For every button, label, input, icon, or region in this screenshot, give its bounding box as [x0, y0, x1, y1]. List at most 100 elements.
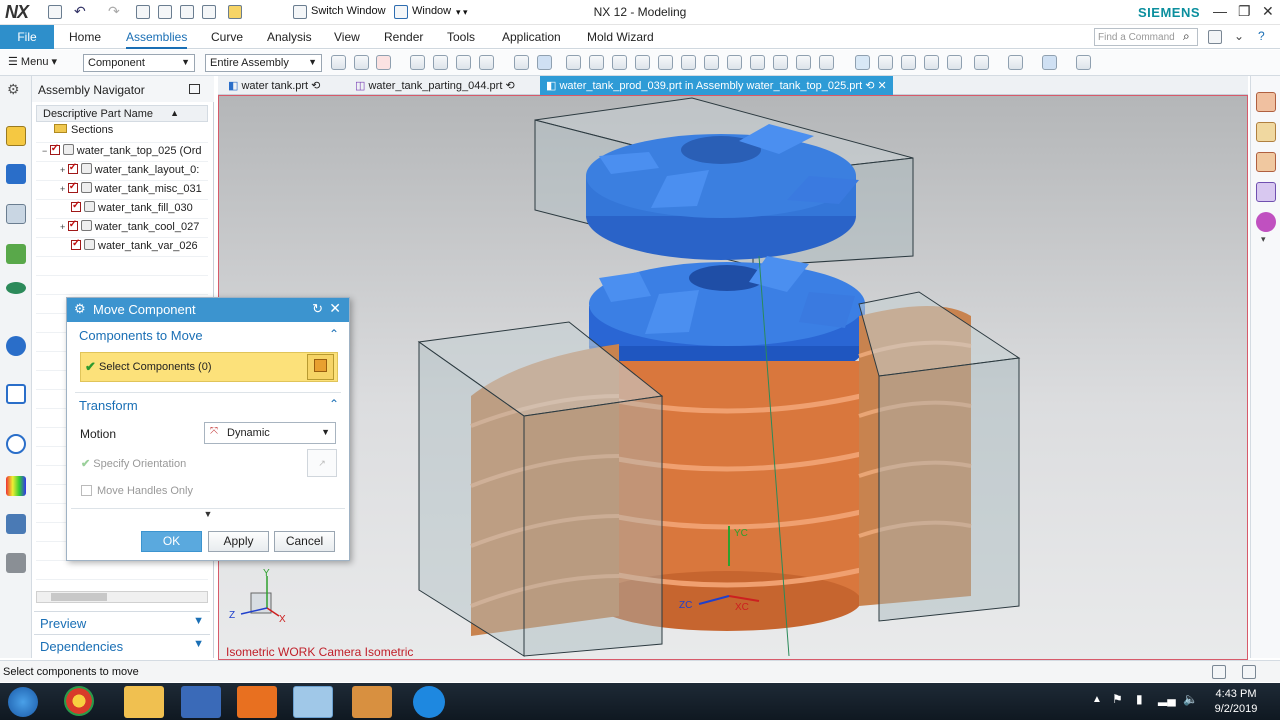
- menu-button[interactable]: ☰ Menu ▾: [8, 55, 57, 68]
- ok-button[interactable]: OK: [141, 531, 202, 552]
- box-select-icon[interactable]: [479, 55, 494, 70]
- move-handles-only-row[interactable]: Move Handles Only: [81, 483, 193, 497]
- tree-row-root[interactable]: − water_tank_top_025 (Ord: [36, 143, 208, 162]
- process-studio-icon[interactable]: [6, 514, 26, 534]
- view-manager-icon[interactable]: [6, 282, 26, 294]
- assembly-navigator-icon[interactable]: [6, 126, 26, 146]
- tree-row-var[interactable]: water_tank_var_026: [36, 238, 208, 257]
- more-options-toggle[interactable]: ▼: [71, 508, 345, 522]
- settings-gear-icon[interactable]: ⚙: [7, 81, 20, 98]
- ribbon-options-icon[interactable]: [1208, 30, 1222, 44]
- media-player-icon[interactable]: [181, 686, 221, 718]
- battery-icon[interactable]: ▮: [1136, 692, 1143, 706]
- clip-icon[interactable]: [947, 55, 962, 70]
- move-handles-checkbox[interactable]: [81, 485, 92, 496]
- volume-icon[interactable]: 🔈: [1183, 692, 1198, 706]
- nx-taskbar-icon[interactable]: [293, 686, 333, 718]
- apply-button[interactable]: Apply: [208, 531, 269, 552]
- snap-bounded-icon[interactable]: [773, 55, 788, 70]
- selection-scope-combo[interactable]: Entire Assembly ▼: [205, 54, 322, 72]
- snap-icon[interactable]: [331, 55, 346, 70]
- close-tab-icon[interactable]: ⟲: [308, 80, 320, 92]
- tab-application[interactable]: Application: [502, 25, 561, 49]
- file-tab[interactable]: File: [0, 25, 54, 49]
- snap-on-face-icon[interactable]: [750, 55, 765, 70]
- component-pattern-icon[interactable]: [1256, 152, 1276, 172]
- tree-row-layout[interactable]: + water_tank_layout_0:: [36, 162, 208, 181]
- tray-expand-icon[interactable]: ▲: [1092, 694, 1102, 705]
- expand-toggle-icon[interactable]: +: [60, 165, 68, 175]
- teamviewer-icon[interactable]: [413, 686, 445, 718]
- history-icon[interactable]: [6, 384, 26, 404]
- close-tab-icon[interactable]: ⟲ ✕: [862, 80, 887, 92]
- roles-icon[interactable]: [6, 553, 26, 573]
- dialog-close-icon[interactable]: ✕: [329, 300, 341, 317]
- search-icon[interactable]: ⌕: [1183, 29, 1190, 44]
- left-slide-block[interactable]: [417, 321, 664, 657]
- snap-control-icon[interactable]: [612, 55, 627, 70]
- collapse-toggle-icon[interactable]: −: [42, 146, 50, 156]
- snap-intersection-icon[interactable]: [635, 55, 650, 70]
- rotate-icon[interactable]: [901, 55, 916, 70]
- work-layer-icon[interactable]: [1042, 55, 1057, 70]
- component-add-icon[interactable]: [1256, 92, 1276, 112]
- visibility-checkbox[interactable]: [67, 219, 78, 231]
- visibility-checkbox[interactable]: [49, 143, 60, 155]
- transform-section[interactable]: Transform ⌃: [71, 394, 345, 418]
- tree-row-fill[interactable]: water_tank_fill_030: [36, 200, 208, 219]
- shaded-icon[interactable]: [537, 55, 552, 70]
- cancel-button[interactable]: Cancel: [274, 531, 335, 552]
- tree-row-sections[interactable]: Sections: [36, 124, 208, 143]
- doc-tab-water-tank[interactable]: ◧ water tank.prt ⟲: [222, 76, 326, 95]
- tab-analysis[interactable]: Analysis: [267, 25, 312, 49]
- motion-select[interactable]: ⤧ Dynamic ▼: [204, 422, 336, 444]
- flag-icon[interactable]: ⚑: [1112, 692, 1123, 706]
- part-navigator-icon[interactable]: [6, 204, 26, 224]
- tab-home[interactable]: Home: [69, 25, 101, 49]
- dialog-gear-icon[interactable]: ⚙: [74, 301, 86, 317]
- point-icon[interactable]: [410, 55, 425, 70]
- zoom-icon[interactable]: [878, 55, 893, 70]
- layers-icon[interactable]: [974, 55, 989, 70]
- restore-button[interactable]: ❐: [1238, 3, 1251, 20]
- doc-tab-parting[interactable]: ◫ water_tank_parting_044.prt ⟲: [349, 76, 521, 95]
- clock-icon[interactable]: [6, 434, 26, 454]
- filter-icon[interactable]: [354, 55, 369, 70]
- snap-pole-icon[interactable]: [796, 55, 811, 70]
- palette-icon[interactable]: [6, 476, 26, 496]
- visibility-checkbox[interactable]: [71, 200, 81, 212]
- close-button[interactable]: ✕: [1262, 3, 1274, 20]
- help-icon[interactable]: ?: [1258, 29, 1265, 43]
- expand-toggle-icon[interactable]: +: [60, 184, 68, 194]
- start-button-icon[interactable]: [8, 687, 38, 717]
- visibility-checkbox[interactable]: [71, 238, 81, 250]
- status-icon[interactable]: [1212, 665, 1226, 679]
- doc-tab-prod-active[interactable]: ◧ water_tank_prod_039.prt in Assembly wa…: [540, 76, 893, 95]
- snap-on-curve-icon[interactable]: [727, 55, 742, 70]
- snap-point-icon[interactable]: [819, 55, 834, 70]
- tab-tools[interactable]: Tools: [447, 25, 475, 49]
- wireframe-icon[interactable]: [514, 55, 529, 70]
- tab-mold-wizard[interactable]: Mold Wizard: [587, 25, 654, 49]
- tab-render[interactable]: Render: [384, 25, 423, 49]
- dependencies-panel-header[interactable]: Dependencies ▼: [34, 634, 210, 656]
- collapse-ribbon-icon[interactable]: ⌄: [1234, 29, 1244, 43]
- type-filter-combo[interactable]: Component ▼: [83, 54, 195, 72]
- snap-center-icon[interactable]: [658, 55, 673, 70]
- tab-curve[interactable]: Curve: [211, 25, 243, 49]
- snap-end-icon[interactable]: [566, 55, 581, 70]
- show-hide-icon[interactable]: [1076, 55, 1091, 70]
- tab-view[interactable]: View: [334, 25, 360, 49]
- minimize-button[interactable]: —: [1213, 3, 1227, 19]
- components-to-move-section[interactable]: Components to Move ⌃: [71, 324, 345, 348]
- network-icon[interactable]: ▂▄: [1158, 692, 1176, 706]
- preview-panel-header[interactable]: Preview ▼: [34, 611, 210, 633]
- tab-assemblies[interactable]: Assemblies: [126, 25, 188, 49]
- select-components-row[interactable]: ✔ Select Components (0): [80, 352, 338, 382]
- curve-rule-icon[interactable]: [433, 55, 448, 70]
- orient-icon[interactable]: [924, 55, 939, 70]
- web-browser-icon[interactable]: [6, 336, 26, 356]
- tree-row-misc[interactable]: + water_tank_misc_031: [36, 181, 208, 200]
- tree-row-cool[interactable]: + water_tank_cool_027: [36, 219, 208, 238]
- graphics-viewport[interactable]: YC XC ZC Y X Z Isometric WORK Camera Iso…: [218, 95, 1248, 660]
